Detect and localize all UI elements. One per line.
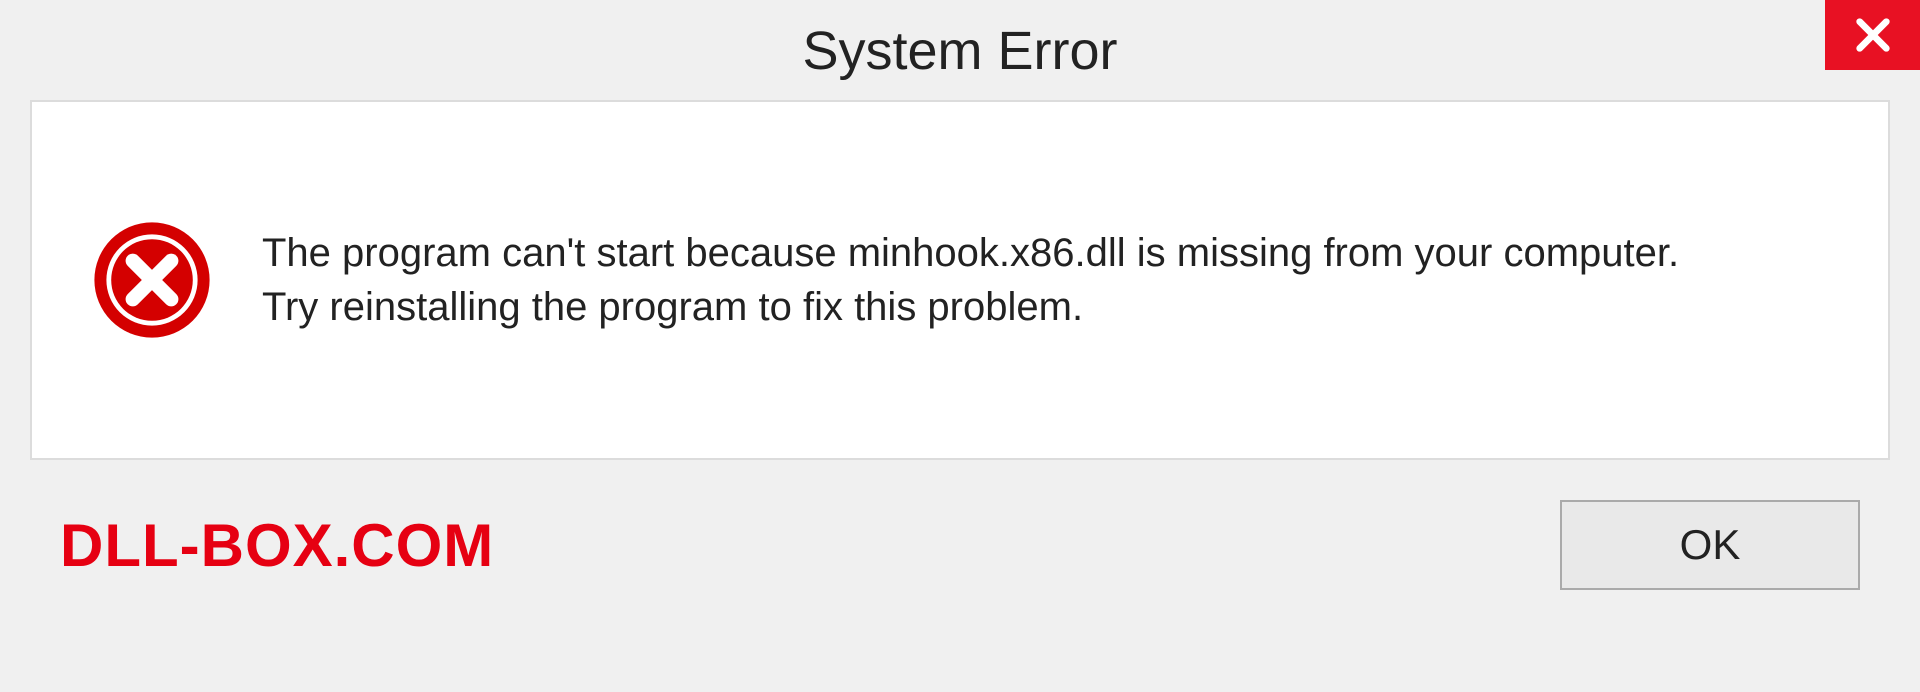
footer: DLL-BOX.COM OK — [0, 460, 1920, 590]
watermark: DLL-BOX.COM — [60, 511, 494, 580]
close-button[interactable] — [1825, 0, 1920, 70]
dialog-title: System Error — [802, 20, 1117, 82]
title-bar: System Error — [0, 0, 1920, 100]
error-message: The program can't start because minhook.… — [262, 226, 1712, 334]
error-icon — [92, 220, 212, 340]
close-icon — [1853, 15, 1893, 55]
content-panel: The program can't start because minhook.… — [30, 100, 1890, 460]
ok-button[interactable]: OK — [1560, 500, 1860, 590]
